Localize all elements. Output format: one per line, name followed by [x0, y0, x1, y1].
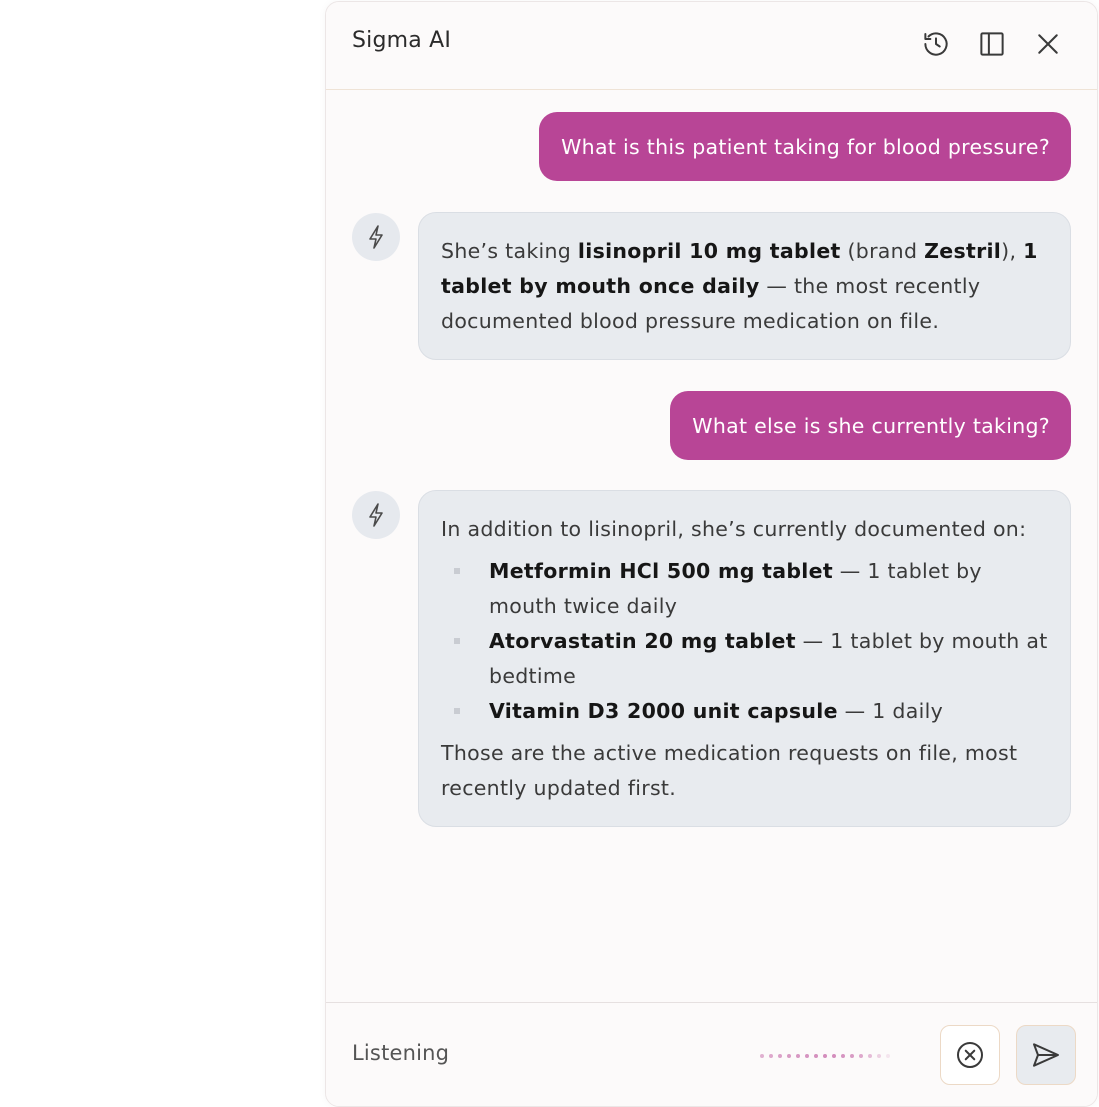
panel-header: Sigma AI [326, 2, 1097, 90]
assistant-message-text: She’s taking lisinopril 10 mg tablet (br… [441, 239, 1038, 333]
close-icon [1038, 34, 1058, 54]
toggle-sidebar-button[interactable] [972, 24, 1012, 64]
assistant-message-outro: Those are the active medication requests… [441, 741, 1018, 800]
history-icon [924, 32, 948, 56]
user-message: What is this patient taking for blood pr… [539, 112, 1071, 181]
assistant-avatar [352, 491, 400, 539]
history-button[interactable] [916, 24, 956, 64]
assistant-message: She’s taking lisinopril 10 mg tablet (br… [418, 212, 1071, 360]
listening-status: Listening [352, 1041, 450, 1065]
cancel-circle-icon [957, 1042, 983, 1068]
sidebar-panel-icon [980, 32, 1004, 56]
lightning-icon [369, 503, 383, 527]
panel-title: Sigma AI [352, 28, 452, 53]
list-item: Atorvastatin 20 mg tablet — 1 tablet by … [441, 624, 1048, 694]
medication-list: Metformin HCl 500 mg tablet — 1 tablet b… [441, 554, 1048, 729]
lightning-icon [369, 225, 383, 249]
list-item: Vitamin D3 2000 unit capsule — 1 daily [441, 694, 1048, 729]
assistant-message: In addition to lisinopril, she’s current… [418, 490, 1071, 827]
sigma-ai-panel: Sigma AI What is this patient taking for… [325, 1, 1098, 1107]
cancel-listening-button[interactable] [940, 1025, 1000, 1085]
assistant-avatar [352, 213, 400, 261]
list-item: Metformin HCl 500 mg tablet — 1 tablet b… [441, 554, 1048, 624]
assistant-message-intro: In addition to lisinopril, she’s current… [441, 517, 1027, 541]
send-icon [1033, 1043, 1059, 1067]
audio-level-indicator [760, 1054, 890, 1058]
send-button[interactable] [1016, 1025, 1076, 1085]
close-button[interactable] [1028, 24, 1068, 64]
user-message: What else is she currently taking? [670, 391, 1071, 460]
input-bar: Listening [326, 1002, 1097, 1106]
